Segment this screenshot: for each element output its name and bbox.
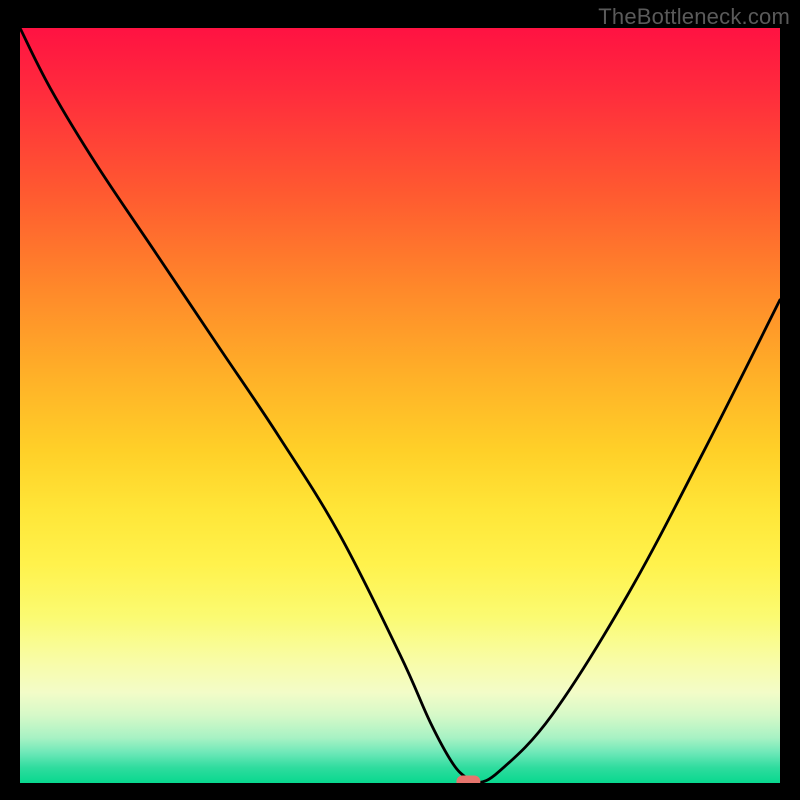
curve-line — [20, 28, 780, 783]
minimum-marker-icon — [456, 775, 480, 783]
chart-frame: TheBottleneck.com — [0, 0, 800, 800]
plot-area — [20, 28, 780, 783]
bottleneck-curve — [20, 28, 780, 783]
watermark-text: TheBottleneck.com — [598, 4, 790, 30]
